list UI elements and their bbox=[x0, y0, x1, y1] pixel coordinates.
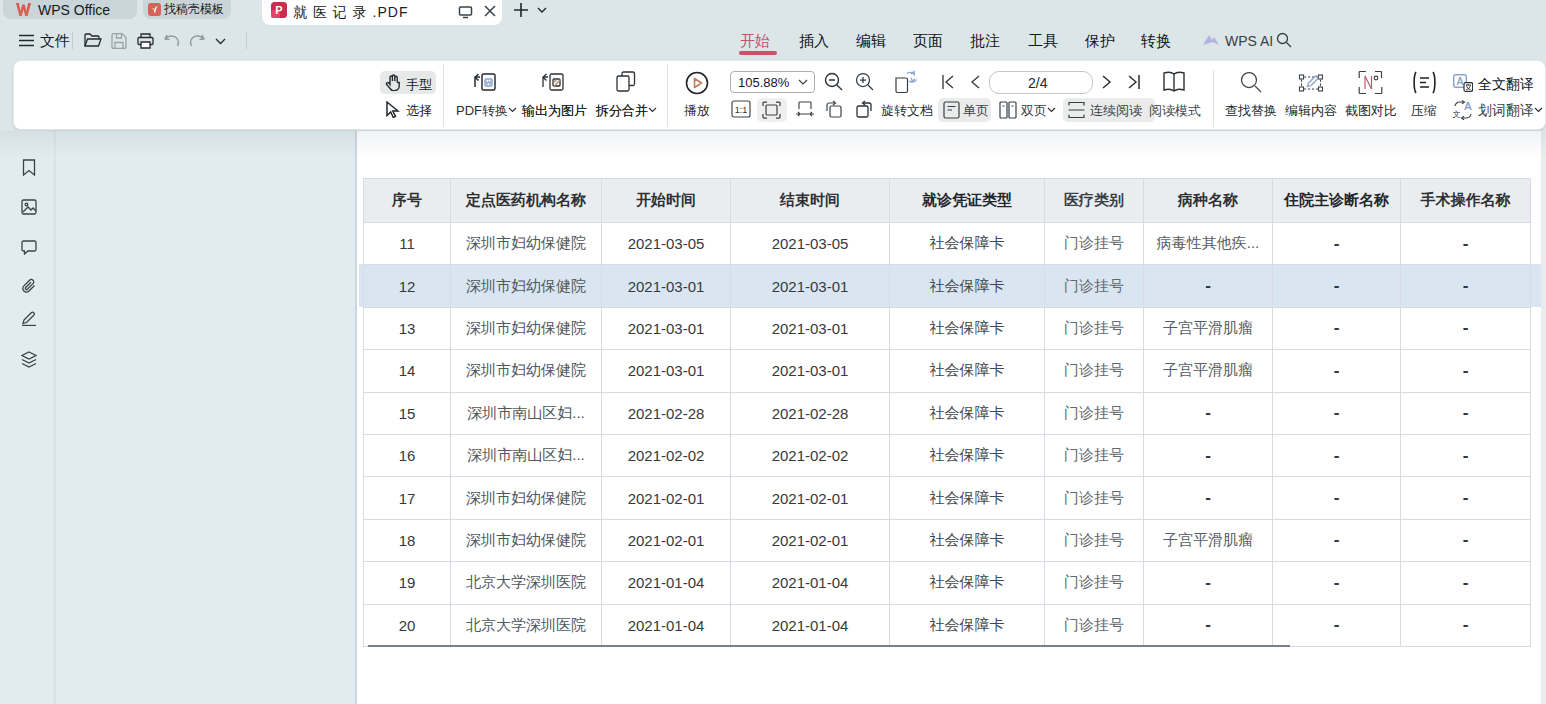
svg-text:1:1: 1:1 bbox=[735, 105, 748, 115]
svg-text:A: A bbox=[1456, 76, 1463, 87]
svg-text:P: P bbox=[275, 4, 282, 16]
svg-text:文: 文 bbox=[1453, 110, 1461, 119]
svg-text:A: A bbox=[1464, 100, 1472, 112]
